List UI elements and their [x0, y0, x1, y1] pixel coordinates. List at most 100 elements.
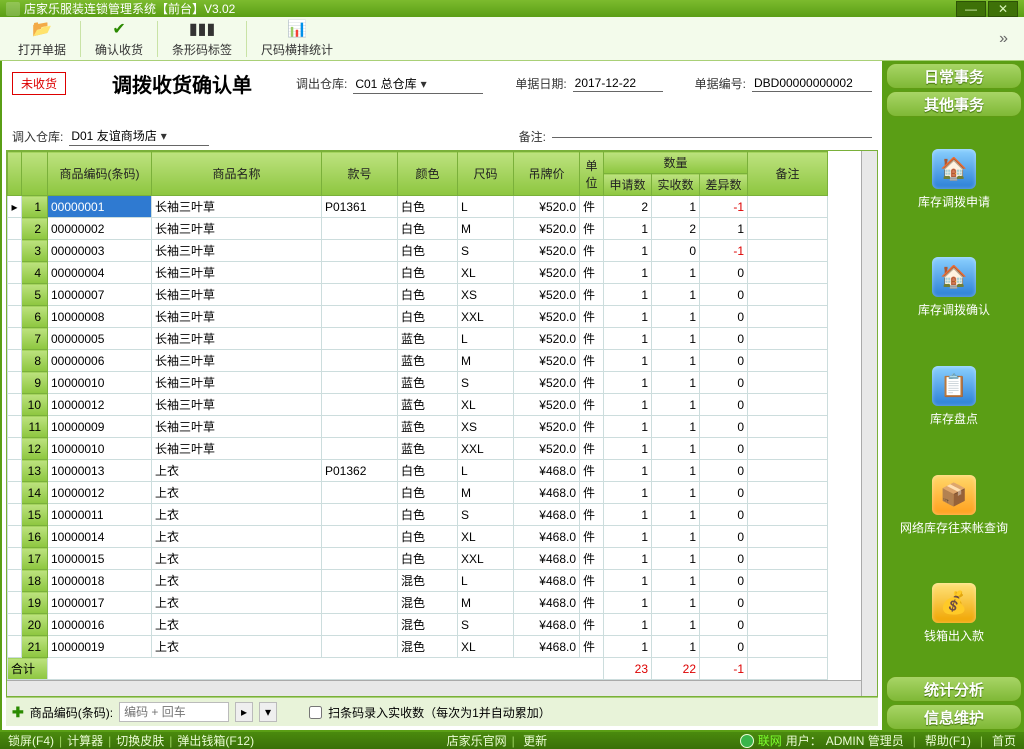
table-row[interactable]: 1010000012长袖三叶草蓝色XL¥520.0件110	[8, 394, 828, 416]
table-row[interactable]: 1610000014上衣白色XL¥468.0件110	[8, 526, 828, 548]
table-row[interactable]: 800000006长袖三叶草蓝色M¥520.0件110	[8, 350, 828, 372]
col-recv[interactable]: 实收数	[652, 174, 700, 196]
barcode-label-text: 条形码标签	[172, 41, 232, 58]
confirm-receive-button[interactable]: ✔ 确认收货	[85, 17, 153, 60]
table-row[interactable]: 1110000009长袖三叶草蓝色XS¥520.0件110	[8, 416, 828, 438]
horizontal-scrollbar[interactable]	[7, 680, 861, 696]
status-bar: 锁屏(F4)| 计算器| 切换皮肤| 弹出钱箱(F12) 店家乐官网| 更新 联…	[0, 732, 1024, 749]
table-row[interactable]: 510000007长袖三叶草白色XS¥520.0件110	[8, 284, 828, 306]
user-label: 用户：	[786, 732, 822, 749]
official-site-link[interactable]: 店家乐官网	[447, 734, 507, 748]
page-title: 调拨收货确认单	[112, 69, 252, 98]
col-qty-group: 数量	[604, 152, 748, 174]
confirm-receive-label: 确认收货	[95, 41, 143, 58]
table-row[interactable]: 400000004长袖三叶草白色XL¥520.0件110	[8, 262, 828, 284]
table-row[interactable]: ▸100000001长袖三叶草P01361白色L¥520.0件21-1	[8, 196, 828, 218]
help-link[interactable]: 帮助(F1)	[925, 732, 971, 749]
col-unit[interactable]: 单位	[580, 152, 604, 196]
table-row[interactable]: 1410000012上衣白色M¥468.0件110	[8, 482, 828, 504]
close-button[interactable]: ✕	[988, 1, 1018, 17]
code-input[interactable]	[119, 702, 229, 722]
bill-date-field[interactable]: 2017-12-22	[573, 75, 663, 92]
coins-icon: 💰	[932, 583, 976, 623]
col-name[interactable]: 商品名称	[152, 152, 322, 196]
col-code[interactable]: 商品编码(条码)	[48, 152, 152, 196]
sum-row: 合计 23 22 -1	[8, 658, 828, 680]
table-row[interactable]: 610000008长袖三叶草白色XXL¥520.0件110	[8, 306, 828, 328]
stock-transfer-apply-button[interactable]: 🏠库存调拨申请	[886, 145, 1022, 214]
vertical-scrollbar[interactable]	[861, 151, 877, 696]
side-panel: 日常事务 其他事务 🏠库存调拨申请 🏠库存调拨确认 📋库存盘点 📦网络库存往来帐…	[884, 61, 1024, 732]
table-row[interactable]: 2010000016上衣混色S¥468.0件110	[8, 614, 828, 636]
table-row[interactable]: 1210000010长袖三叶草蓝色XXL¥520.0件110	[8, 438, 828, 460]
col-apply[interactable]: 申请数	[604, 174, 652, 196]
data-grid[interactable]: 商品编码(条码) 商品名称 款号 颜色 尺码 吊牌价 单位 数量 备注 申请数	[7, 151, 828, 680]
remark-field[interactable]	[552, 135, 872, 138]
barcode-label-button[interactable]: ▮▮▮条形码标签	[162, 17, 242, 60]
open-bill-label: 打开单据	[18, 41, 66, 58]
open-bill-button[interactable]: 📂打开单据	[8, 17, 76, 60]
table-row[interactable]: 1810000018上衣混色L¥468.0件110	[8, 570, 828, 592]
cashbox-button[interactable]: 💰钱箱出入款	[886, 579, 1022, 648]
calculator-link[interactable]: 计算器	[67, 732, 103, 749]
table-row[interactable]: 1910000017上衣混色M¥468.0件110	[8, 592, 828, 614]
other-tasks-button[interactable]: 其他事务	[886, 91, 1022, 117]
report-icon: 📊	[287, 19, 307, 39]
info-maint-button[interactable]: 信息维护	[886, 704, 1022, 730]
toolbar: 📂打开单据 ✔ 确认收货 ▮▮▮条形码标签 📊 尺码横排统计 »	[0, 17, 1024, 61]
title-bar: 店家乐服装连锁管理系统【前台】V3.02 — ✕	[0, 0, 1024, 17]
code-input-label: 商品编码(条码):	[30, 704, 113, 721]
table-row[interactable]: 2110000019上衣混色XL¥468.0件110	[8, 636, 828, 658]
skin-link[interactable]: 切换皮肤	[116, 732, 164, 749]
check-icon: ✔	[109, 19, 129, 39]
col-remark[interactable]: 备注	[748, 152, 828, 196]
window-title: 店家乐服装连锁管理系统【前台】V3.02	[24, 0, 235, 17]
out-warehouse-select[interactable]: C01 总仓库	[353, 74, 483, 94]
home-link[interactable]: 首页	[992, 732, 1016, 749]
in-warehouse-select[interactable]: D01 友谊商场店	[69, 126, 209, 146]
stats-button[interactable]: 统计分析	[886, 676, 1022, 702]
code-lookup-button[interactable]: ▸	[235, 702, 253, 722]
sum-recv: 22	[652, 658, 700, 680]
code-dropdown-button[interactable]: ▾	[259, 702, 277, 722]
sum-label: 合计	[8, 658, 48, 680]
bill-no-label: 单据编号:	[695, 75, 746, 92]
sum-apply: 23	[604, 658, 652, 680]
table-row[interactable]: 300000003长袖三叶草白色S¥520.0件10-1	[8, 240, 828, 262]
minimize-button[interactable]: —	[956, 1, 986, 17]
network-icon	[740, 734, 754, 748]
table-row[interactable]: 910000010长袖三叶草蓝色S¥520.0件110	[8, 372, 828, 394]
app-logo-icon	[6, 2, 20, 16]
scan-checkbox[interactable]	[309, 706, 322, 719]
table-row[interactable]: 1510000011上衣白色S¥468.0件110	[8, 504, 828, 526]
update-link[interactable]: 更新	[523, 734, 547, 748]
network-query-icon: 📦	[932, 475, 976, 515]
remark-label: 备注:	[519, 128, 546, 145]
lock-screen-link[interactable]: 锁屏(F4)	[8, 732, 54, 749]
table-row[interactable]: 700000005长袖三叶草蓝色L¥520.0件110	[8, 328, 828, 350]
transfer-apply-icon: 🏠	[932, 149, 976, 189]
out-warehouse-label: 调出仓库:	[296, 75, 347, 92]
stock-check-icon: 📋	[932, 366, 976, 406]
col-size[interactable]: 尺码	[458, 152, 514, 196]
status-badge: 未收货	[12, 72, 66, 95]
network-stock-query-button[interactable]: 📦网络库存往来帐查询	[886, 471, 1022, 540]
table-row[interactable]: 200000002长袖三叶草白色M¥520.0件121	[8, 218, 828, 240]
stock-transfer-confirm-button[interactable]: 🏠库存调拨确认	[886, 253, 1022, 322]
table-row[interactable]: 1310000013上衣P01362白色L¥468.0件110	[8, 460, 828, 482]
cashbox-link[interactable]: 弹出钱箱(F12)	[177, 732, 254, 749]
in-warehouse-label: 调入仓库:	[12, 128, 63, 145]
col-style[interactable]: 款号	[322, 152, 398, 196]
daily-tasks-button[interactable]: 日常事务	[886, 63, 1022, 89]
user-name: ADMIN 管理员	[826, 732, 904, 749]
size-report-button[interactable]: 📊 尺码横排统计	[251, 17, 343, 60]
table-row[interactable]: 1710000015上衣白色XXL¥468.0件110	[8, 548, 828, 570]
col-diff[interactable]: 差异数	[700, 174, 748, 196]
col-color[interactable]: 颜色	[398, 152, 458, 196]
size-report-label: 尺码横排统计	[261, 41, 333, 58]
stock-check-button[interactable]: 📋库存盘点	[886, 362, 1022, 431]
bill-date-label: 单据日期:	[515, 75, 566, 92]
network-status: 联网	[758, 732, 782, 749]
col-price[interactable]: 吊牌价	[514, 152, 580, 196]
toolbar-overflow-button[interactable]: »	[991, 26, 1016, 52]
